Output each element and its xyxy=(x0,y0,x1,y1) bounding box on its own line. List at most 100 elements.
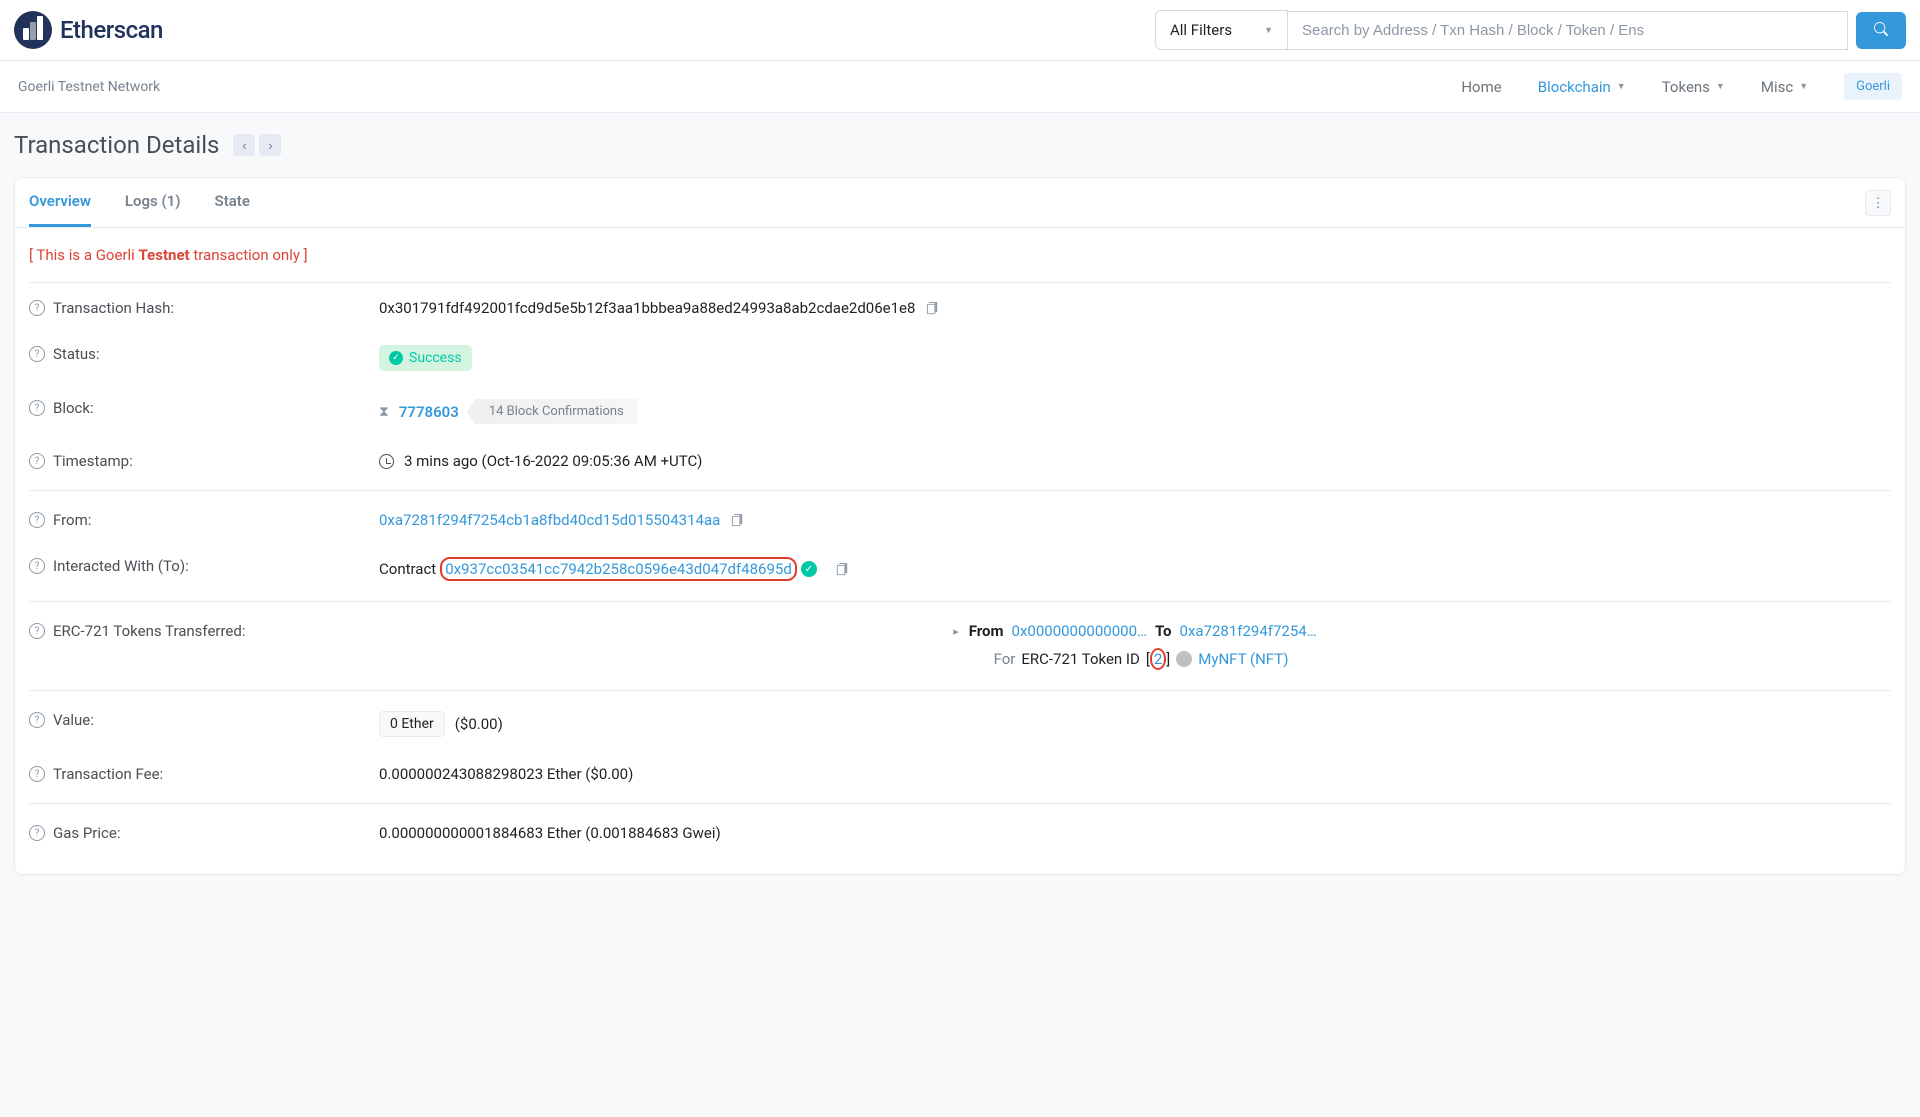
transfer-to-addr[interactable]: 0xa7281f294f7254… xyxy=(1180,622,1317,640)
help-icon[interactable]: ? xyxy=(29,453,45,469)
row-block: ? Block: ⧗ 7778603 14 Block Confirmation… xyxy=(29,385,1891,438)
goerli-badge[interactable]: Goerli xyxy=(1844,73,1902,100)
row-from: ? From: 0xa7281f294f7254cb1a8fbd40cd15d0… xyxy=(29,497,1891,543)
help-icon[interactable]: ? xyxy=(29,558,45,574)
copy-icon[interactable] xyxy=(730,513,745,528)
row-timestamp: ? Timestamp: 3 mins ago (Oct-16-2022 09:… xyxy=(29,438,1891,484)
token-id-link[interactable]: 2 xyxy=(1154,650,1162,668)
tab-logs[interactable]: Logs (1) xyxy=(125,178,181,227)
help-icon[interactable]: ? xyxy=(29,346,45,362)
search-icon xyxy=(1874,22,1888,36)
transfer-to-label: To xyxy=(1155,622,1172,640)
label-timestamp: ? Timestamp: xyxy=(29,452,379,470)
transfer-from-addr[interactable]: 0x0000000000000… xyxy=(1012,622,1148,640)
divider xyxy=(29,803,1891,804)
label-from: ? From: xyxy=(29,511,379,529)
row-status: ? Status: ✓ Success xyxy=(29,331,1891,385)
logo[interactable]: Etherscan xyxy=(14,11,163,49)
help-icon[interactable]: ? xyxy=(29,300,45,316)
caret-icon: ▸ xyxy=(953,625,959,638)
help-icon[interactable]: ? xyxy=(29,825,45,841)
search-button[interactable] xyxy=(1856,12,1906,49)
label-fee: ? Transaction Fee: xyxy=(29,765,379,783)
search-input[interactable] xyxy=(1288,11,1848,50)
row-to: ? Interacted With (To): Contract 0x937cc… xyxy=(29,543,1891,595)
nav-blockchain[interactable]: Blockchain ▼ xyxy=(1538,78,1626,96)
label-txhash: ? Transaction Hash: xyxy=(29,299,379,317)
notice-prefix: [ This is a Goerli xyxy=(29,246,139,264)
tab-overview[interactable]: Overview xyxy=(29,178,91,227)
tab-state[interactable]: State xyxy=(215,178,250,227)
help-icon[interactable]: ? xyxy=(29,400,45,416)
confirmations-badge: 14 Block Confirmations xyxy=(475,399,638,424)
label-block-text: Block: xyxy=(53,399,94,417)
check-icon: ✓ xyxy=(389,351,403,365)
chevron-down-icon: ▼ xyxy=(1617,81,1626,92)
label-value-text: Value: xyxy=(53,711,94,729)
value-txhash: 0x301791fdf492001fcd9d5e5b12f3aa1bbbea9a… xyxy=(379,299,1891,317)
nav-misc[interactable]: Misc ▼ xyxy=(1761,78,1808,96)
chevron-down-icon: ▼ xyxy=(1264,25,1273,36)
from-address-link[interactable]: 0xa7281f294f7254cb1a8fbd40cd15d015504314… xyxy=(379,511,720,529)
status-text: Success xyxy=(409,350,462,366)
nav-tokens-label: Tokens xyxy=(1662,78,1710,96)
network-label: Goerli Testnet Network xyxy=(18,79,160,95)
filter-select[interactable]: All Filters ▼ xyxy=(1155,10,1288,50)
value-fee: 0.000000243088298023 Ether ($0.00) xyxy=(379,765,1891,783)
testnet-notice: [ This is a Goerli Testnet transaction o… xyxy=(29,246,1891,283)
label-value: ? Value: xyxy=(29,711,379,729)
to-address-link[interactable]: 0x937cc03541cc7942b258c0596e43d047df4869… xyxy=(445,560,792,578)
page-title: Transaction Details xyxy=(14,131,219,159)
header-sub: Goerli Testnet Network Home Blockchain ▼… xyxy=(0,61,1920,113)
nav-tokens[interactable]: Tokens ▼ xyxy=(1662,78,1725,96)
label-fee-text: Transaction Fee: xyxy=(53,765,163,783)
next-txn-button[interactable]: › xyxy=(259,134,281,156)
nav-row: Home Blockchain ▼ Tokens ▼ Misc ▼ Goerli xyxy=(1461,73,1902,100)
tabs: Overview Logs (1) State xyxy=(29,178,250,227)
help-icon[interactable]: ? xyxy=(29,712,45,728)
label-erc721: ? ERC-721 Tokens Transferred: xyxy=(29,622,379,640)
value-value: 0 Ether ($0.00) xyxy=(379,711,1891,737)
timestamp-text: 3 mins ago (Oct-16-2022 09:05:36 AM +UTC… xyxy=(404,452,702,470)
more-menu-button[interactable]: ⋮ xyxy=(1865,190,1891,216)
hourglass-icon: ⧗ xyxy=(379,404,389,420)
label-txhash-text: Transaction Hash: xyxy=(53,299,174,317)
fee-text: 0.000000243088298023 Ether ($0.00) xyxy=(379,765,633,783)
row-txhash: ? Transaction Hash: 0x301791fdf492001fcd… xyxy=(29,285,1891,331)
notice-suffix: transaction only ] xyxy=(190,246,308,264)
divider xyxy=(29,601,1891,602)
row-erc721: ? ERC-721 Tokens Transferred: ▸ From 0x0… xyxy=(29,608,1891,684)
copy-icon[interactable] xyxy=(835,562,850,577)
nav-home[interactable]: Home xyxy=(1461,78,1501,96)
txn-nav-btns: ‹ › xyxy=(233,134,281,156)
copy-icon[interactable] xyxy=(925,301,940,316)
header-top: Etherscan All Filters ▼ xyxy=(0,0,1920,61)
value-erc721: ▸ From 0x0000000000000… To 0xa7281f294f7… xyxy=(379,622,1891,670)
block-link[interactable]: 7778603 xyxy=(399,403,459,421)
page-title-row: Transaction Details ‹ › xyxy=(14,113,1906,177)
help-icon[interactable]: ? xyxy=(29,512,45,528)
value-block: ⧗ 7778603 14 Block Confirmations xyxy=(379,399,1891,424)
chevron-down-icon: ▼ xyxy=(1799,81,1808,92)
divider xyxy=(29,690,1891,691)
nav-blockchain-label: Blockchain xyxy=(1538,78,1611,96)
page-wrap: Transaction Details ‹ › Overview Logs (1… xyxy=(0,113,1920,1117)
label-timestamp-text: Timestamp: xyxy=(53,452,133,470)
prev-txn-button[interactable]: ‹ xyxy=(233,134,255,156)
label-status: ? Status: xyxy=(29,345,379,363)
notice-bold: Testnet xyxy=(139,246,190,264)
token-name-link[interactable]: MyNFT (NFT) xyxy=(1198,650,1288,668)
status-badge: ✓ Success xyxy=(379,345,472,371)
label-gasprice-text: Gas Price: xyxy=(53,824,120,842)
value-status: ✓ Success xyxy=(379,345,1891,371)
transfer-for: For xyxy=(994,650,1016,668)
details-card: Overview Logs (1) State ⋮ [ This is a Go… xyxy=(14,177,1906,875)
chevron-down-icon: ▼ xyxy=(1716,81,1725,92)
txhash-text: 0x301791fdf492001fcd9d5e5b12f3aa1bbbea9a… xyxy=(379,299,915,317)
help-icon[interactable]: ? xyxy=(29,623,45,639)
value-from: 0xa7281f294f7254cb1a8fbd40cd15d015504314… xyxy=(379,511,1891,529)
tabs-row: Overview Logs (1) State ⋮ xyxy=(15,178,1905,228)
gasprice-text: 0.000000000001884683 Ether (0.001884683 … xyxy=(379,824,721,842)
value-badge: 0 Ether xyxy=(379,711,445,737)
help-icon[interactable]: ? xyxy=(29,766,45,782)
